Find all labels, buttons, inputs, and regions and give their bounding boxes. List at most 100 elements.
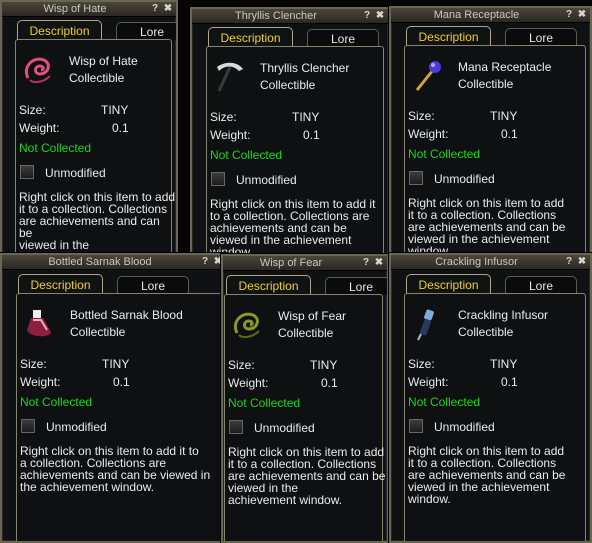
unmodified-label: Unmodified (46, 420, 107, 434)
description-line: the achievement window. (20, 480, 155, 494)
item-type: Collectible (260, 78, 316, 92)
tab-lore[interactable]: Lore (307, 29, 379, 47)
weight-label: Weight: (210, 128, 251, 142)
unmodified-checkbox[interactable] (229, 420, 243, 434)
wisp-icon (25, 57, 51, 84)
weight-value: 0.1 (321, 376, 338, 390)
window-title: Thryllis Clencher (235, 10, 317, 22)
help-button[interactable]: ? (150, 2, 160, 16)
tab-description[interactable]: Description (17, 20, 102, 40)
item-name: Wisp of Hate (69, 54, 138, 68)
item-examine-window[interactable]: Thryllis Clencher ? ✖ Description Lore T… (190, 7, 390, 264)
title-bar[interactable]: Wisp of Hate ? ✖ (2, 2, 176, 17)
item-description: Right click on this item to add it to a c… (210, 198, 375, 258)
tab-lore[interactable]: Lore (505, 276, 577, 294)
window-title: Bottled Sarnak Blood (48, 256, 152, 268)
title-bar[interactable]: Bottled Sarnak Blood ? ✖ (2, 255, 226, 270)
infusor-icon (417, 309, 434, 341)
weight-label: Weight: (408, 127, 449, 141)
size-label: Size: (210, 110, 237, 124)
item-name: Crackling Infusor (458, 308, 549, 322)
size-value: TINY (490, 357, 518, 371)
weight-value: 0.1 (113, 375, 130, 389)
unmodified-checkbox[interactable] (20, 165, 34, 179)
description-line: are achievements and can be (19, 214, 160, 240)
item-description: Right click on this item to add it to a c… (228, 446, 385, 506)
size-value: TINY (292, 110, 320, 124)
weight-label: Weight: (20, 375, 61, 389)
help-button[interactable]: ? (564, 8, 574, 22)
unmodified-label: Unmodified (434, 420, 495, 434)
title-bar[interactable]: Thryllis Clencher ? ✖ (192, 9, 388, 24)
collection-status: Not Collected (408, 147, 481, 161)
close-button[interactable]: ✖ (577, 8, 587, 22)
tab-description[interactable]: Description (406, 26, 491, 46)
weight-label: Weight: (228, 376, 269, 390)
size-label: Size: (228, 358, 255, 372)
size-label: Size: (19, 103, 46, 117)
help-button[interactable]: ? (564, 255, 574, 269)
unmodified-checkbox[interactable] (409, 419, 423, 433)
size-value: TINY (310, 358, 338, 372)
item-description: Right click on this item to add it to a c… (19, 191, 176, 260)
tab-lore[interactable]: Lore (116, 22, 176, 40)
unmodified-label: Unmodified (434, 172, 495, 186)
tab-lore[interactable]: Lore (505, 28, 577, 46)
help-button[interactable]: ? (362, 9, 372, 23)
window-title: Wisp of Fear (259, 257, 323, 269)
weight-label: Weight: (408, 375, 449, 389)
unmodified-checkbox[interactable] (409, 171, 423, 185)
window-title: Crackling Infusor (435, 256, 518, 268)
close-button[interactable]: ✖ (577, 255, 587, 269)
tab-lore[interactable]: Lore (117, 276, 189, 294)
item-name: Wisp of Fear (278, 309, 347, 323)
size-value: TINY (490, 109, 518, 123)
title-bar[interactable]: Mana Receptacle ? ✖ (391, 8, 590, 23)
item-examine-window[interactable]: Bottled Sarnak Blood ? ✖ Description Lor… (0, 253, 228, 543)
staff-icon (415, 61, 441, 91)
window-title: Mana Receptacle (433, 9, 520, 21)
bottle-icon (27, 310, 51, 337)
unmodified-checkbox[interactable] (211, 172, 225, 186)
unmodified-checkbox[interactable] (21, 419, 35, 433)
size-label: Size: (408, 109, 435, 123)
close-button[interactable]: ✖ (374, 256, 384, 270)
size-label: Size: (408, 357, 435, 371)
item-name: Thryllis Clencher (260, 61, 350, 75)
title-bar[interactable]: Wisp of Fear ? ✖ (223, 256, 387, 271)
window-title: Wisp of Hate (43, 3, 107, 15)
item-examine-window[interactable]: Mana Receptacle ? ✖ Description Lore Man… (389, 6, 592, 264)
close-button[interactable]: ✖ (163, 2, 173, 16)
item-type: Collectible (458, 77, 514, 91)
description-line: achievement window. (228, 493, 343, 507)
collection-status: Not Collected (19, 141, 92, 155)
item-type: Collectible (458, 325, 514, 339)
item-type: Collectible (278, 326, 334, 340)
item-name: Mana Receptacle (458, 60, 552, 74)
item-description: Right click on this item to add it to a c… (408, 445, 565, 505)
tab-description[interactable]: Description (226, 275, 311, 295)
help-button[interactable]: ? (361, 256, 371, 270)
unmodified-label: Unmodified (45, 166, 106, 180)
close-button[interactable]: ✖ (375, 9, 385, 23)
item-name: Bottled Sarnak Blood (70, 308, 183, 322)
item-examine-window[interactable]: Wisp of Hate ? ✖ Description Lore Wisp o… (0, 0, 178, 262)
tab-description[interactable]: Description (208, 27, 293, 47)
tab-description[interactable]: Description (18, 274, 103, 294)
unmodified-label: Unmodified (236, 173, 297, 187)
wisp-fear-icon (234, 312, 260, 339)
title-bar[interactable]: Crackling Infusor ? ✖ (391, 255, 590, 270)
size-value: TINY (102, 357, 130, 371)
weight-value: 0.1 (501, 127, 518, 141)
weight-value: 0.1 (501, 375, 518, 389)
collection-status: Not Collected (228, 396, 301, 410)
size-value: TINY (101, 103, 129, 117)
help-button[interactable]: ? (200, 255, 210, 269)
item-examine-window[interactable]: Crackling Infusor ? ✖ Description Lore C… (389, 253, 592, 543)
tab-lore[interactable]: Lore (325, 277, 387, 295)
item-examine-window[interactable]: Wisp of Fear ? ✖ Description Lore Wisp o… (221, 254, 389, 543)
tab-description[interactable]: Description (406, 274, 491, 294)
weight-label: Weight: (19, 121, 60, 135)
pick-icon (217, 62, 243, 92)
size-label: Size: (20, 357, 47, 371)
